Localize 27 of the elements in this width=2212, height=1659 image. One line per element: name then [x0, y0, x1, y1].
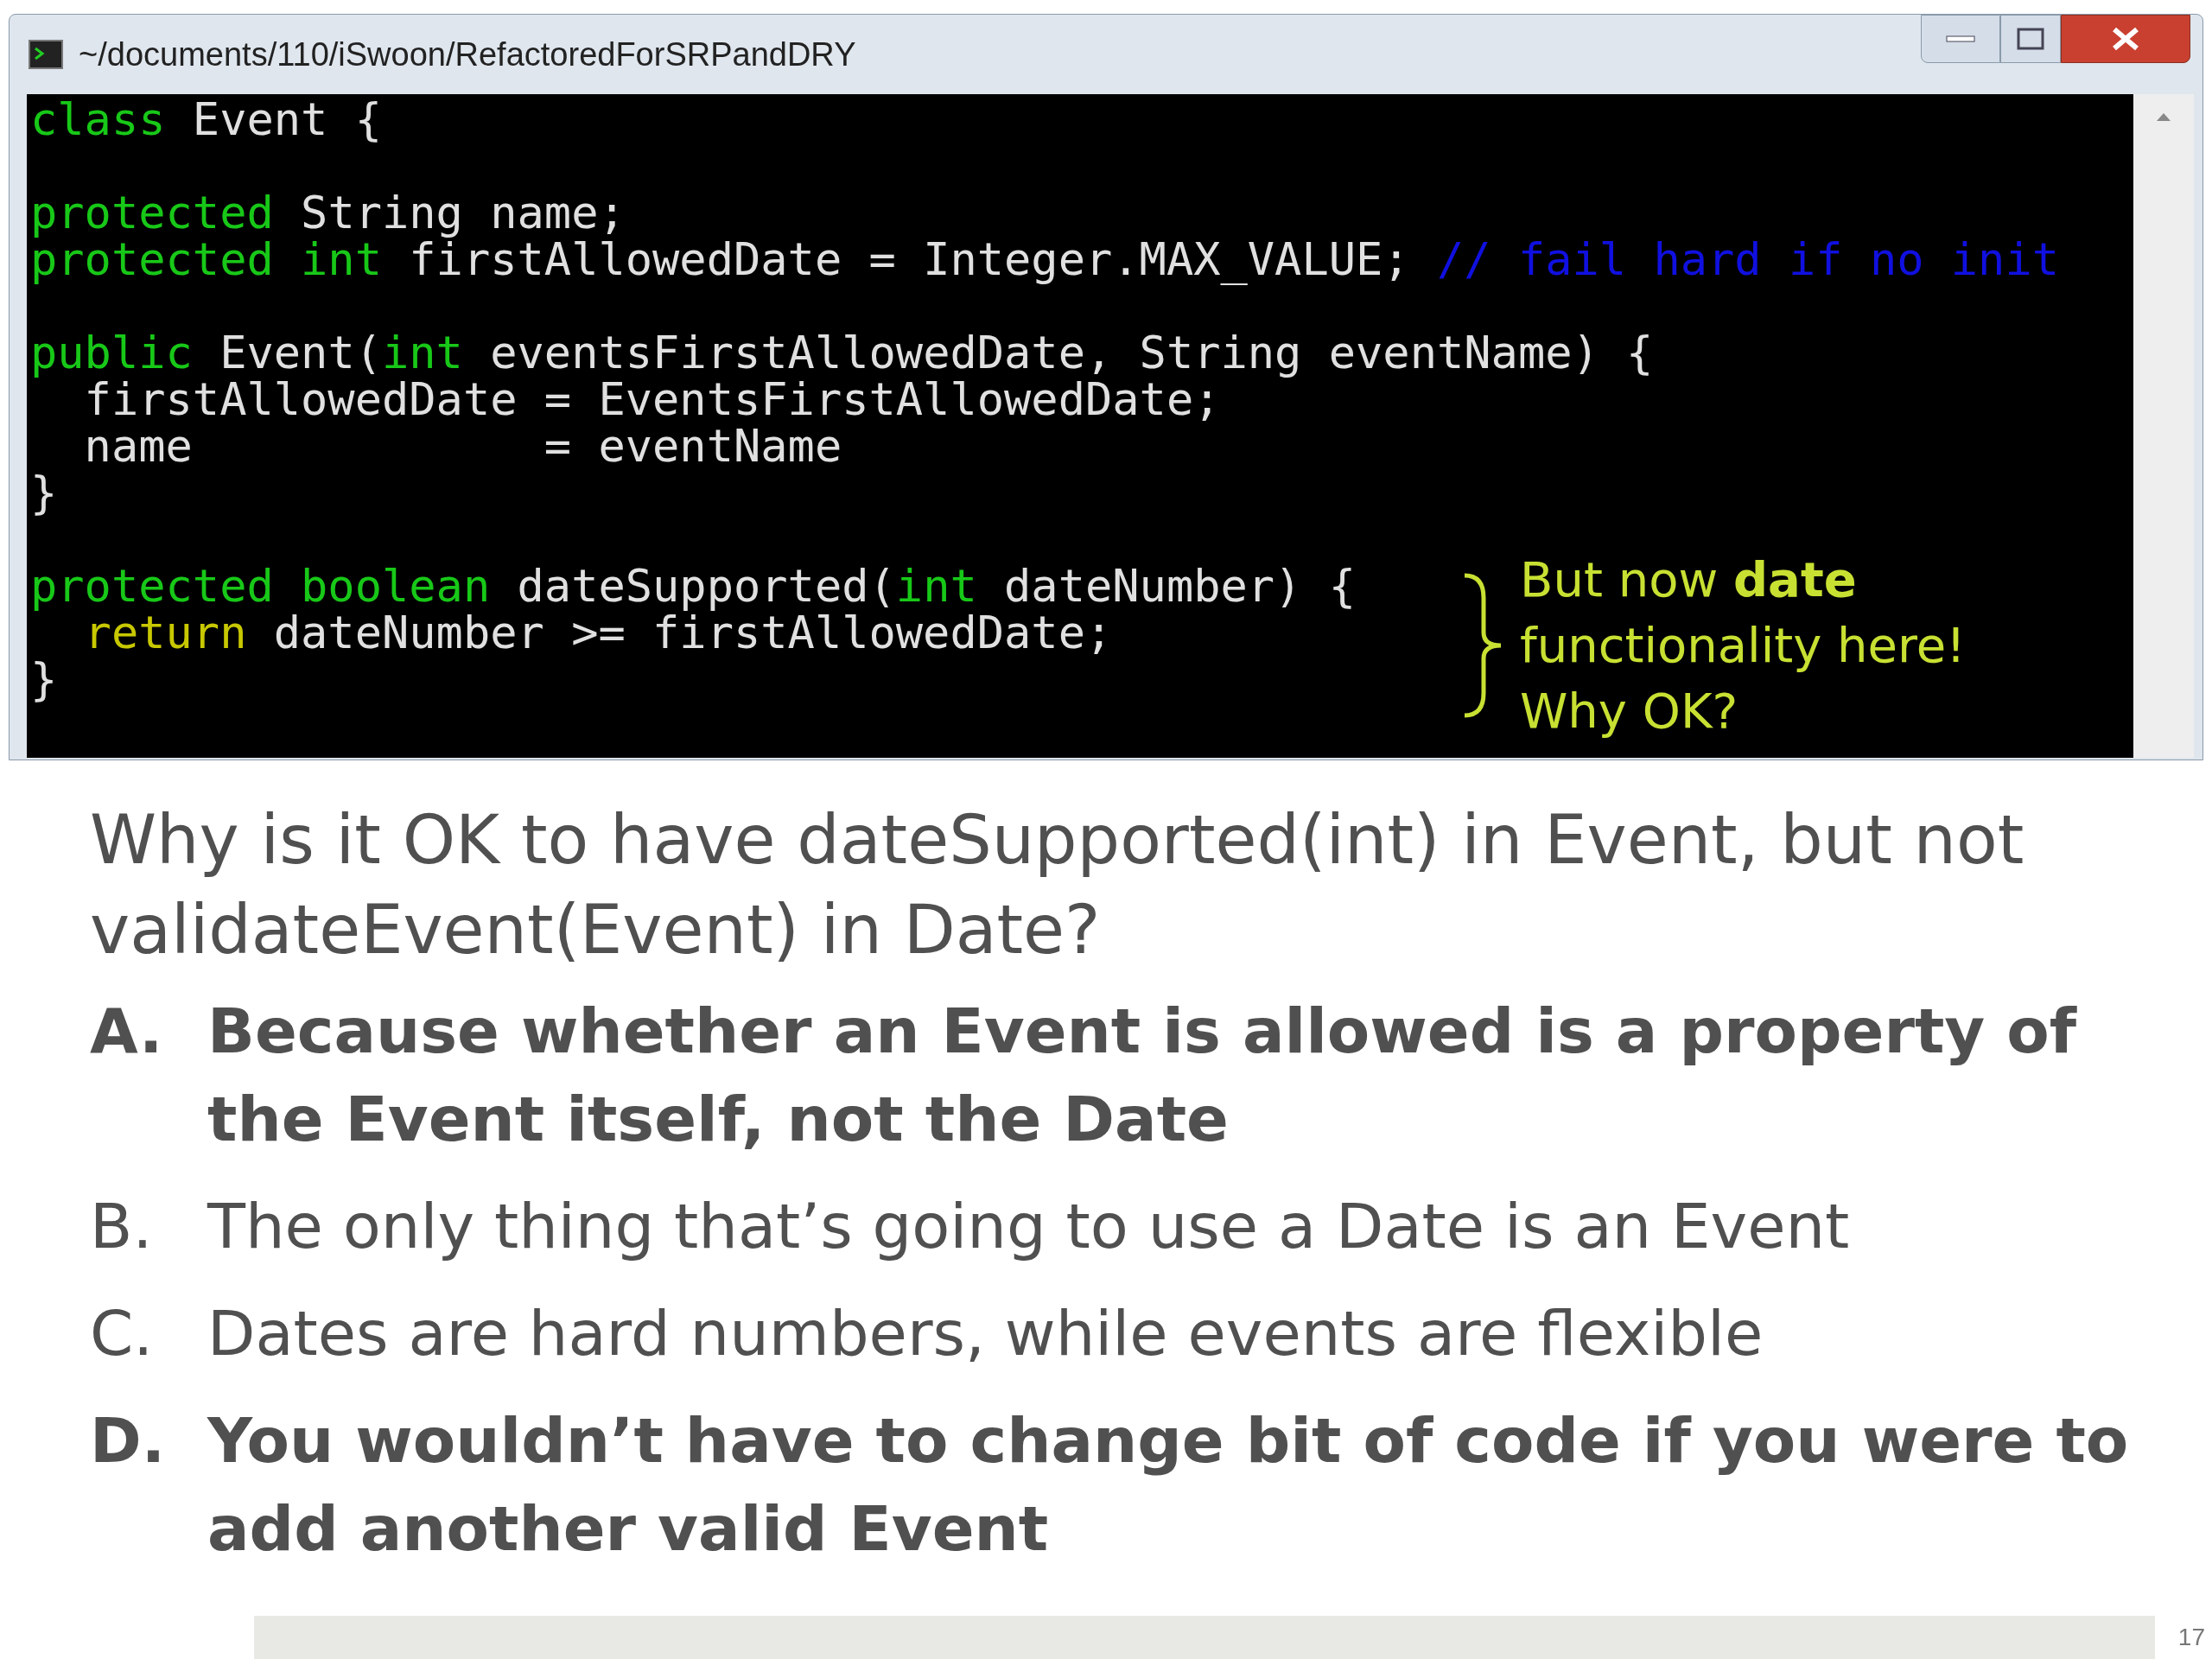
scroll-up-icon: [2155, 111, 2172, 122]
code-line: }: [30, 469, 58, 516]
option-letter: A.: [90, 994, 164, 1069]
close-icon: [2111, 26, 2140, 52]
code-line: protected boolean dateSupported(int dateNumber) {: [30, 563, 1357, 609]
option-text: Because whether an Event is allowed is a property of the Event itself, not the Date: [207, 994, 2078, 1157]
question-text: Why is it OK to have dateSupported(int) in Event, but not validateEvent(Event) in Date?: [90, 800, 2025, 970]
maximize-button[interactable]: [2000, 15, 2061, 63]
option-letter: C.: [90, 1296, 155, 1371]
code-line: }: [30, 656, 58, 702]
option-letter: B.: [90, 1189, 154, 1264]
code-line: firstAllowedDate = EventsFirstAllowedDate;: [84, 376, 1221, 423]
page-number: 17: [2177, 1623, 2205, 1652]
code-line: name = eventName: [83, 423, 842, 469]
window-title: ~/documents/110/iSwoon/RefactoredForSRPandDRY: [79, 35, 856, 74]
option-text: Dates are hard numbers, while events are flexible: [207, 1296, 1764, 1371]
terminal-icon: [29, 40, 63, 69]
code-line: class Event {: [30, 96, 382, 143]
close-button[interactable]: [2061, 15, 2190, 63]
code-line: public Event(int eventsFirstAllowedDate, String eventName) {: [30, 329, 1654, 376]
maximize-icon: [2017, 28, 2044, 50]
option-text: You wouldn’t have to change bit of code if you were to add another valid Event: [207, 1403, 2130, 1567]
option-letter: D.: [90, 1403, 167, 1478]
code-line: protected String name;: [30, 189, 626, 236]
option-text: The only thing that’s going to use a Date is an Event: [207, 1189, 1851, 1264]
annotation-text: But now date functionality here! Why OK?: [1520, 550, 1967, 741]
minimize-icon: [1946, 35, 1975, 43]
